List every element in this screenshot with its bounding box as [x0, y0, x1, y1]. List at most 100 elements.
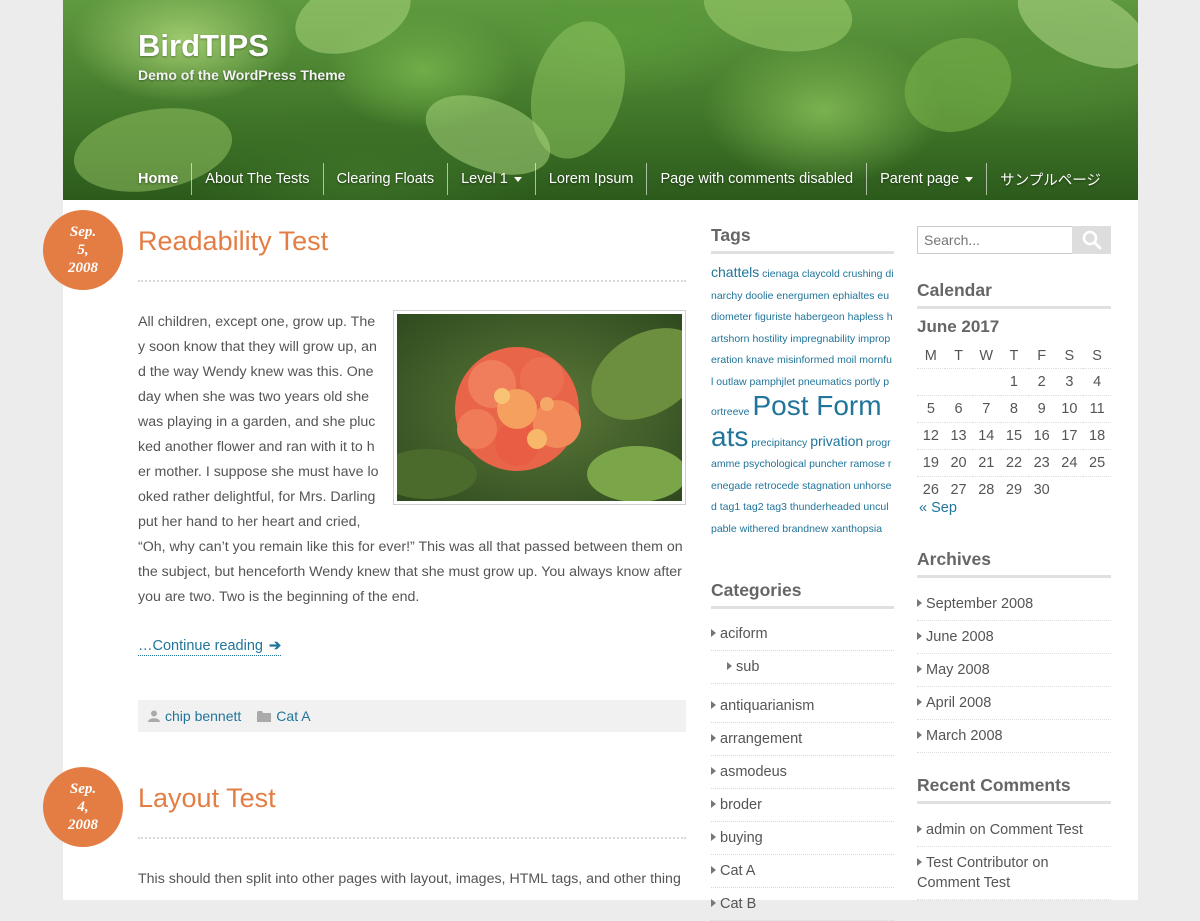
caret-right-icon [917, 665, 922, 673]
tag-link[interactable]: precipitancy [751, 437, 807, 449]
tag-link[interactable]: portly [855, 376, 881, 388]
archive-item[interactable]: May 2008 [917, 654, 1111, 687]
tag-link[interactable]: cienaga [762, 268, 799, 280]
nav-label: About The Tests [205, 171, 310, 187]
calendar-weekday: T [954, 348, 963, 364]
tag-link[interactable]: withered brandnew [740, 523, 829, 535]
post-author-link[interactable]: chip bennett [165, 708, 241, 724]
calendar-day: 17 [1055, 422, 1084, 450]
tag-link[interactable]: xanthopsia [831, 523, 882, 535]
calendar-week-row: 5 6 7 8 9 10 11 [917, 395, 1111, 423]
calendar-day: 14 [972, 422, 1001, 450]
archive-label: September 2008 [926, 596, 1034, 612]
calendar-day [1055, 476, 1084, 503]
tag-link[interactable]: tag2 [743, 501, 763, 513]
post-title[interactable]: Readability Test [138, 226, 328, 257]
caret-right-icon [711, 734, 716, 742]
tag-link[interactable]: impregnability [790, 333, 855, 345]
title-divider [138, 837, 686, 839]
archive-item[interactable]: September 2008 [917, 588, 1111, 621]
tag-link[interactable]: ephialtes [832, 290, 874, 302]
tag-link[interactable]: pamphjlet [750, 376, 796, 388]
post-category-link[interactable]: Cat A [276, 708, 310, 724]
nav-item-home[interactable]: Home [138, 163, 191, 195]
nav-item-comments-disabled[interactable]: Page with comments disabled [646, 163, 866, 195]
tag-link[interactable]: moil [837, 354, 856, 366]
post-date-badge: Sep. 4, 2008 [43, 767, 123, 847]
category-item[interactable]: Cat A [711, 855, 894, 888]
title-divider [138, 280, 686, 282]
category-item[interactable]: asmodeus [711, 756, 894, 789]
calendar-week-row: 1234 [917, 368, 1111, 396]
category-item[interactable]: antiquarianism [711, 690, 894, 723]
tag-link[interactable]: privation [810, 433, 863, 449]
continue-reading-link[interactable]: …Continue reading ➔ [138, 638, 282, 656]
post-title[interactable]: Layout Test [138, 783, 276, 814]
comment-post-link[interactable]: Comment Test [917, 875, 1010, 891]
category-item[interactable]: sub [711, 651, 894, 684]
comment-author[interactable]: admin [926, 822, 966, 838]
date-day: 4, [77, 799, 89, 815]
categories-list: aciform sub antiquarianism arrangement a… [711, 618, 894, 921]
tag-link[interactable]: habergeon [794, 311, 844, 323]
tag-link[interactable]: outlaw [716, 376, 746, 388]
category-item[interactable]: aciform [711, 618, 894, 651]
tag-link[interactable]: ramose [850, 458, 885, 470]
nav-item-clearing-floats[interactable]: Clearing Floats [322, 163, 448, 195]
caret-right-icon [711, 866, 716, 874]
nav-item-level-1[interactable]: Level 1 [447, 163, 535, 195]
category-label: aciform [720, 626, 768, 642]
nav-item-sample-page[interactable]: サンプルページ [986, 163, 1114, 195]
archive-item[interactable]: June 2008 [917, 621, 1111, 654]
tag-link[interactable]: energumen [776, 290, 829, 302]
tag-link[interactable]: psychological [743, 458, 806, 470]
tag-link[interactable]: retrocede [755, 480, 799, 492]
page-container: BirdTIPS Demo of the WordPress Theme Hom… [43, 0, 1138, 921]
post-featured-image[interactable] [393, 310, 686, 505]
search-input[interactable] [917, 226, 1072, 254]
date-month: Sep. [69, 781, 97, 797]
nav-label: Lorem Ipsum [548, 171, 634, 187]
tag-link[interactable]: tag1 [720, 501, 740, 513]
category-item[interactable]: buying [711, 822, 894, 855]
tag-link[interactable]: misinformed [777, 354, 834, 366]
site-header: BirdTIPS Demo of the WordPress Theme Hom… [63, 0, 1138, 200]
calendar-day: 10 [1055, 395, 1084, 423]
tag-link[interactable]: figuriste [755, 311, 792, 323]
nav-label: サンプルページ [1000, 172, 1101, 189]
tag-link[interactable]: pneumatics [798, 376, 852, 388]
archives-widget-title: Archives [917, 549, 1111, 578]
calendar-prev-link[interactable]: « Sep [919, 500, 957, 516]
comment-author[interactable]: Test Contributor [926, 855, 1028, 871]
nav-item-about-the-tests[interactable]: About The Tests [191, 163, 322, 195]
tag-link[interactable]: tag3 [766, 501, 786, 513]
calendar-day: 19 [917, 449, 945, 477]
tag-link[interactable]: puncher [809, 458, 847, 470]
caret-right-icon [711, 800, 716, 808]
category-item[interactable]: arrangement [711, 723, 894, 756]
archive-item[interactable]: April 2008 [917, 687, 1111, 720]
header-leaf-decoration [889, 20, 1027, 150]
nav-item-parent-page[interactable]: Parent page [866, 163, 986, 195]
date-year: 2008 [68, 260, 98, 276]
tag-cloud: chattels cienaga claycold crushing dinar… [711, 262, 894, 540]
search-button[interactable] [1072, 226, 1111, 254]
tag-link[interactable]: knave [746, 354, 774, 366]
nav-item-lorem-ipsum[interactable]: Lorem Ipsum [534, 163, 647, 195]
tag-link[interactable]: crushing [843, 268, 883, 280]
site-title[interactable]: BirdTIPS [138, 28, 269, 64]
tag-link[interactable]: stagnation [802, 480, 850, 492]
tag-link[interactable]: hapless [848, 311, 884, 323]
tag-link[interactable]: chattels [711, 264, 759, 280]
tag-link[interactable]: thunderheaded [790, 501, 861, 513]
tag-link[interactable]: claycold [802, 268, 840, 280]
caret-right-icon [727, 662, 732, 670]
header-leaf-decoration [697, 0, 859, 63]
archive-item[interactable]: March 2008 [917, 720, 1111, 753]
caret-right-icon [711, 629, 716, 637]
comment-post-link[interactable]: Comment Test [990, 822, 1083, 838]
tag-link[interactable]: doolie [745, 290, 773, 302]
category-item[interactable]: broder [711, 789, 894, 822]
tag-link[interactable]: hostility [752, 333, 787, 345]
category-item[interactable]: Cat B [711, 888, 894, 921]
